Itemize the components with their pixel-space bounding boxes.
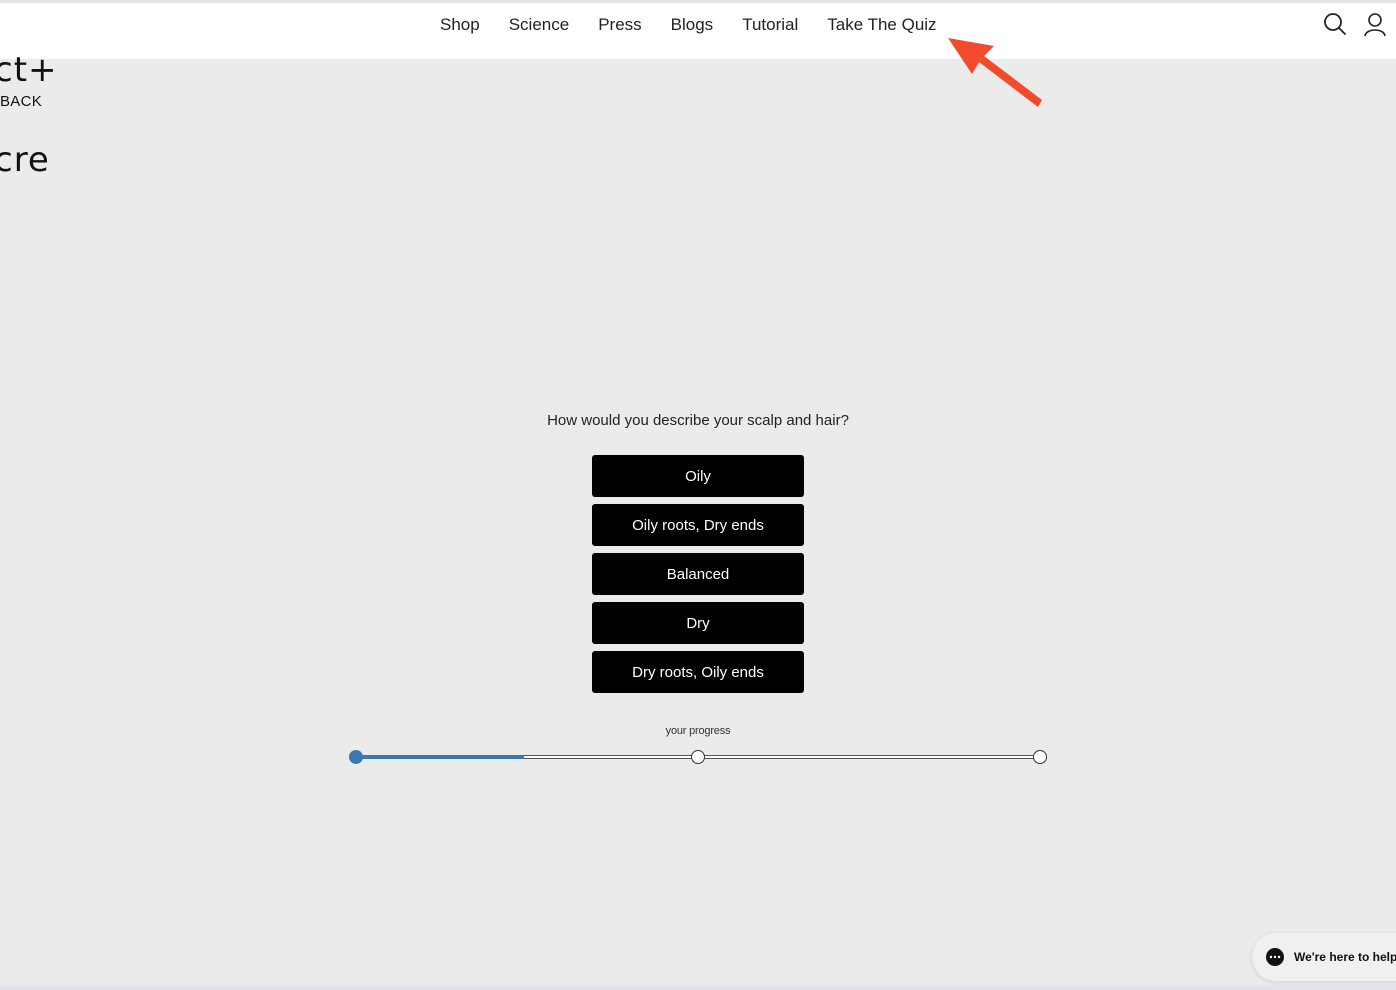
annotation-arrow-icon [948,38,1042,107]
quiz-options: Oily Oily roots, Dry ends Balanced Dry D… [592,455,804,693]
progress-node-end [1033,750,1047,764]
nav-take-the-quiz[interactable]: Take The Quiz [827,15,936,35]
progress-label: your progress [665,725,731,737]
search-icon [1324,13,1346,35]
logo-line-1: ct+ [0,50,58,90]
option-oily-button[interactable]: Oily [592,455,804,497]
chat-widget[interactable]: We're here to help [1252,933,1396,981]
nav-press[interactable]: Press [598,15,641,35]
nav-shop[interactable]: Shop [440,15,480,35]
account-icon [1364,13,1386,37]
chat-label: We're here to help [1294,950,1396,964]
progress-node-start [349,750,363,764]
main-nav: Shop Science Press Blogs Tutorial Take T… [440,15,937,35]
option-oily-roots-dry-ends-button[interactable]: Oily roots, Dry ends [592,504,804,546]
option-balanced-button[interactable]: Balanced [592,553,804,595]
nav-science[interactable]: Science [509,15,569,35]
site-header: ct+ cre Shop Science Press Blogs Tutoria… [0,0,1396,177]
chat-bubble-icon [1266,948,1284,966]
quiz-question: How would you describe your scalp and ha… [547,412,849,429]
bottom-divider [0,985,1396,990]
nav-blogs[interactable]: Blogs [671,15,714,35]
option-dry-roots-oily-ends-button[interactable]: Dry roots, Oily ends [592,651,804,693]
logo-line-2: cre [0,140,50,180]
nav-tutorial[interactable]: Tutorial [742,15,798,35]
brand-logo[interactable]: ct+ cre [0,0,65,235]
back-link[interactable]: BACK [0,93,42,110]
page: ct+ cre Shop Science Press Blogs Tutoria… [0,0,1396,990]
progress-node-middle [691,750,705,764]
option-dry-button[interactable]: Dry [592,602,804,644]
search-button[interactable] [1322,11,1348,37]
progress-fill [357,755,525,759]
account-button[interactable] [1362,11,1388,37]
